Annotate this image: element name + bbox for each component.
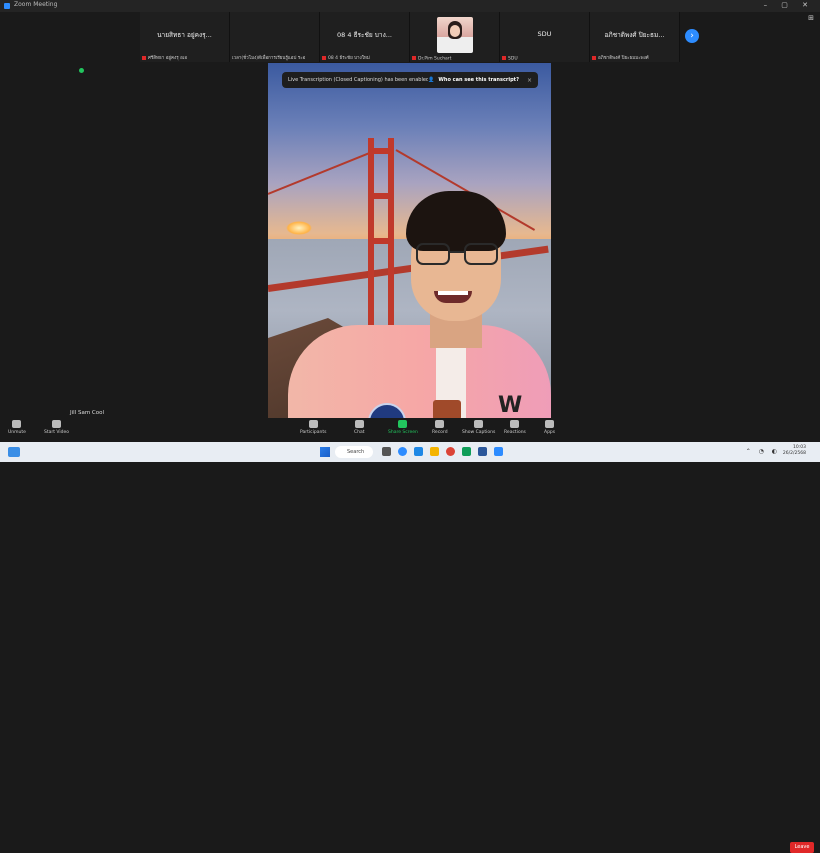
pin-badge: [433, 400, 461, 418]
apps-button[interactable]: Apps: [544, 420, 555, 435]
transcript-banner: Live Transcription (Closed Captioning) h…: [282, 72, 538, 88]
zoom-app-icon-2[interactable]: [494, 447, 503, 456]
participant-tile[interactable]: SDU SDU: [500, 12, 590, 62]
participant-label: เวลา(ชั่วโมง)ดีเพื่อการเรียนรู้แอป ระอ: [232, 56, 306, 61]
participant-strip: นายสิทธา อยู่คงรุ... ศรีสิทธา อยู่คงรุ อ…: [140, 12, 680, 62]
chat-icon: [354, 420, 364, 428]
participant-name: SDU: [537, 30, 552, 38]
participant-video: [437, 17, 473, 53]
view-options-icon[interactable]: ⊞: [808, 14, 814, 22]
chrome-icon[interactable]: [446, 447, 455, 456]
muted-mic-icon: [412, 55, 416, 60]
transcript-message: Live Transcription (Closed Captioning) h…: [288, 77, 429, 83]
start-video-button[interactable]: Start Video: [44, 420, 69, 435]
self-view-name: Jill Sam Cool: [70, 410, 105, 416]
close-icon[interactable]: ×: [527, 77, 532, 84]
participant-tile[interactable]: อภิชาติพงศ์ ปิยะธม... อภิชาติพงศ์ ปิยะธม…: [590, 12, 680, 62]
line-icon[interactable]: [462, 447, 471, 456]
video-off-icon: [52, 420, 62, 428]
reactions-button[interactable]: Reactions: [504, 420, 526, 435]
participant-name: นายสิทธา อยู่คงรุ...: [157, 31, 212, 39]
window-title: Zoom Meeting: [14, 1, 58, 8]
reactions-icon: [510, 420, 520, 428]
participant-label: ศรีสิทธา อยู่คงรุ อเอ: [142, 54, 227, 61]
muted-mic-icon: [592, 55, 596, 60]
clock[interactable]: 10:03 26/2/2568: [783, 445, 806, 457]
widgets-icon[interactable]: [8, 447, 20, 457]
edge-icon[interactable]: [414, 447, 423, 456]
windows-taskbar: Search ⌃ ◔ ◐ 10:03 26/2/2568: [0, 442, 820, 462]
title-bar: Zoom Meeting – ▢ ✕: [0, 0, 820, 12]
meeting-toolbar: Unmute Start Video Participants Chat Sha…: [0, 418, 820, 853]
system-tray[interactable]: ⌃ ◔ ◐: [746, 448, 780, 455]
task-view-icon[interactable]: [382, 447, 391, 456]
next-page-chevron-icon[interactable]: ›: [685, 29, 699, 43]
jacket-logo: W: [498, 393, 523, 418]
participant-tile[interactable]: Dr.Pim Suchart: [410, 12, 500, 62]
leave-button[interactable]: Leave: [790, 842, 814, 853]
participant-tile[interactable]: นายสิทธา อยู่คงรุ... ศรีสิทธา อยู่คงรุ อ…: [140, 12, 230, 62]
connection-status-icon: [79, 68, 84, 73]
record-button[interactable]: Record: [432, 420, 448, 435]
participant-label: อภิชาติพงศ์ ปิยะธมมะพงศ์: [592, 54, 677, 61]
unmute-button[interactable]: Unmute: [8, 420, 26, 435]
muted-mic-icon: [322, 55, 326, 60]
person-icon: 👤: [428, 77, 435, 83]
zoom-taskbar-icon[interactable]: [398, 447, 407, 456]
participant-tile[interactable]: เวลา(ชั่วโมง)ดีเพื่อการเรียนรู้แอป ระอ: [230, 12, 320, 62]
chat-button[interactable]: Chat: [354, 420, 365, 435]
speaker: W: [268, 63, 551, 418]
muted-mic-icon: [502, 55, 506, 60]
participant-label: Dr.Pim Suchart: [412, 55, 497, 61]
share-screen-button[interactable]: Share Screen: [388, 420, 418, 435]
taskbar-search[interactable]: Search: [335, 446, 373, 458]
muted-mic-icon: [142, 55, 146, 60]
active-speaker-video: W: [268, 63, 551, 418]
who-can-see-link[interactable]: Who can see this transcript?: [438, 77, 519, 83]
zoom-app-icon: [4, 3, 10, 9]
participant-name: อภิชาติพงศ์ ปิยะธม...: [604, 31, 665, 39]
file-explorer-icon[interactable]: [430, 447, 439, 456]
share-screen-icon: [398, 420, 408, 428]
windows-start-icon[interactable]: [320, 447, 330, 457]
word-icon[interactable]: [478, 447, 487, 456]
record-icon: [435, 420, 445, 428]
apps-icon: [545, 420, 555, 428]
participant-name: 08 4 ธีระชัย บาง...: [337, 31, 392, 39]
window-controls[interactable]: – ▢ ✕: [764, 1, 814, 9]
participants-button[interactable]: Participants: [300, 420, 326, 435]
microphone-muted-icon: [12, 420, 22, 428]
show-captions-button[interactable]: Show Captions: [462, 420, 495, 435]
captions-icon: [474, 420, 484, 428]
participant-tile[interactable]: 08 4 ธีระชัย บาง... 08 4 ธีระชัย บางใหม่: [320, 12, 410, 62]
participant-label: SDU: [502, 55, 587, 61]
participants-icon: [308, 420, 318, 428]
participant-label: 08 4 ธีระชัย บางใหม่: [322, 54, 407, 61]
